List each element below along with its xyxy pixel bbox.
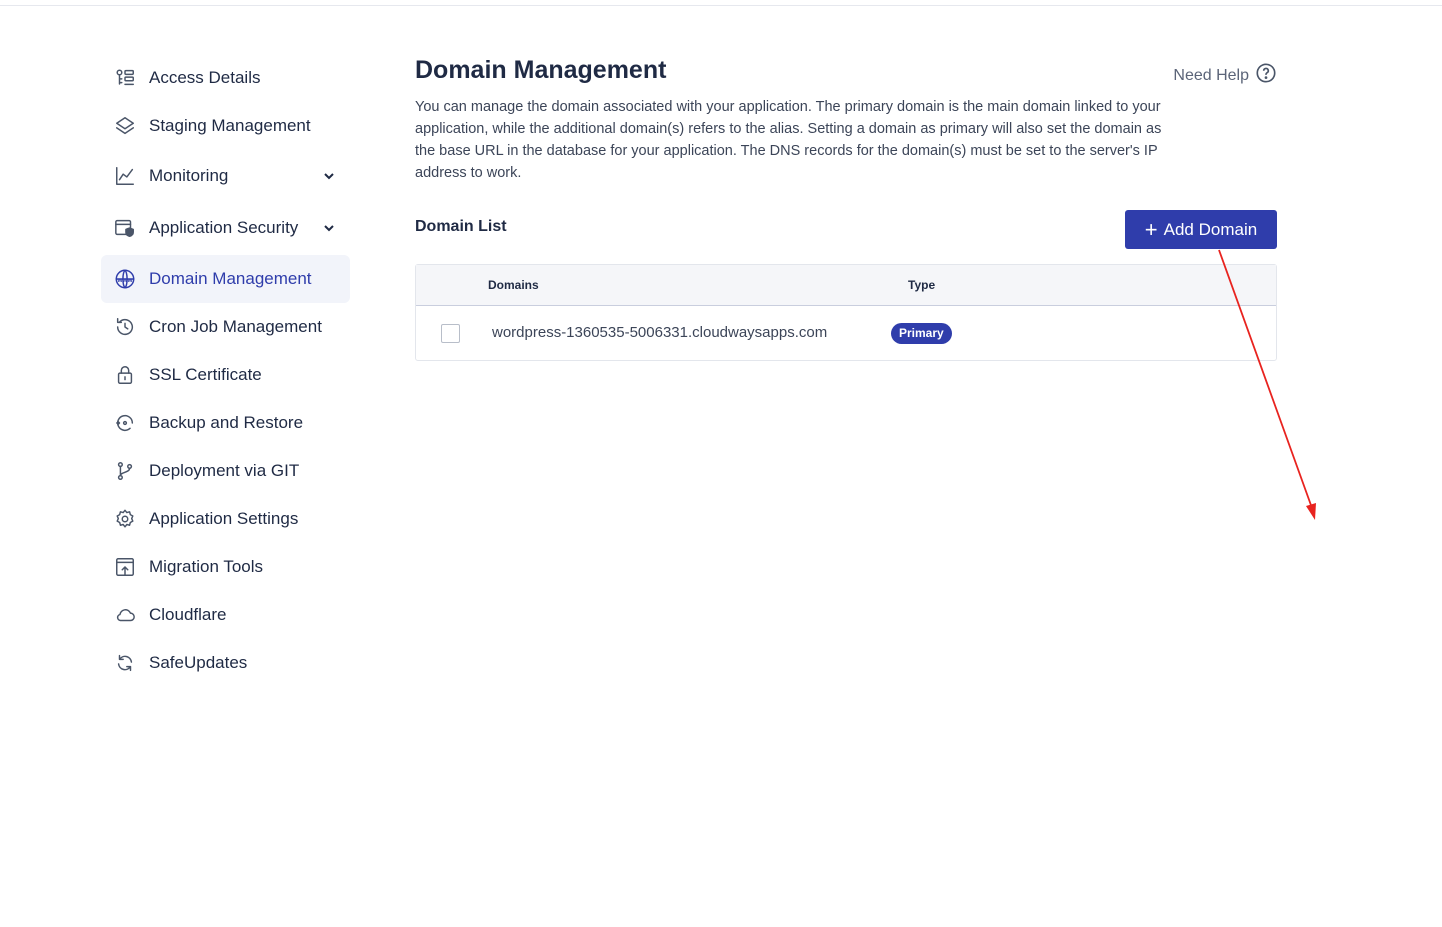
sidebar-item-label: Cloudflare bbox=[149, 605, 227, 624]
sidebar-item-label: Domain Management bbox=[149, 269, 312, 288]
svg-text:www: www bbox=[117, 277, 133, 284]
sidebar-item-monitoring[interactable]: Monitoring bbox=[101, 150, 350, 201]
sidebar-item-backup-and-restore[interactable]: Backup and Restore bbox=[101, 399, 350, 447]
chevron-down-icon[interactable] bbox=[322, 221, 336, 235]
sidebar-item-access-details[interactable]: Access Details bbox=[101, 54, 350, 102]
domain-name: wordpress-1360535-5006331.cloudwaysapps.… bbox=[492, 324, 828, 341]
domain-table: Domains Type wordpress-1360535-5006331.c… bbox=[415, 264, 1277, 361]
sidebar-item-label: Backup and Restore bbox=[149, 413, 304, 432]
need-help-link[interactable]: Need Help bbox=[1173, 62, 1277, 89]
sidebar: Access Details Staging Management Monito… bbox=[101, 54, 350, 687]
sidebar-item-staging-management[interactable]: Staging Management bbox=[101, 102, 350, 150]
gear-icon bbox=[113, 507, 137, 531]
sidebar-item-migration-tools[interactable]: Migration Tools bbox=[101, 543, 350, 591]
sidebar-item-label: SSL Certificate bbox=[149, 365, 262, 384]
shield-window-icon bbox=[113, 216, 137, 240]
sidebar-item-cron-job-management[interactable]: Cron Job Management bbox=[101, 303, 350, 351]
column-header-type: Type bbox=[908, 278, 936, 292]
lock-icon bbox=[113, 363, 137, 387]
need-help-label: Need Help bbox=[1173, 66, 1249, 84]
restore-icon bbox=[113, 411, 137, 435]
cloud-icon bbox=[113, 603, 137, 627]
sidebar-item-label: Deployment via GIT bbox=[149, 461, 300, 480]
question-circle-icon bbox=[1255, 62, 1277, 89]
chevron-down-icon[interactable] bbox=[322, 169, 336, 183]
sidebar-item-deployment-via-git[interactable]: Deployment via GIT bbox=[101, 447, 350, 495]
plus-icon: + bbox=[1144, 216, 1158, 242]
top-divider bbox=[0, 5, 1442, 6]
sidebar-item-safeupdates[interactable]: SafeUpdates bbox=[101, 639, 350, 687]
sidebar-item-label: Staging Management bbox=[149, 116, 311, 135]
table-row: wordpress-1360535-5006331.cloudwaysapps.… bbox=[416, 306, 1276, 360]
sidebar-item-application-settings[interactable]: Application Settings bbox=[101, 495, 350, 543]
add-domain-button[interactable]: + Add Domain bbox=[1125, 210, 1277, 249]
sidebar-item-label: Cron Job Management bbox=[149, 317, 322, 336]
sidebar-item-application-security[interactable]: Application Security bbox=[101, 201, 350, 255]
sidebar-item-label: Monitoring bbox=[149, 165, 229, 185]
git-branch-icon bbox=[113, 459, 137, 483]
type-badge: Primary bbox=[891, 323, 952, 344]
domain-list-title: Domain List bbox=[415, 218, 507, 235]
main-content: Domain Management Need Help You can mana… bbox=[415, 54, 1277, 361]
sidebar-item-label: Migration Tools bbox=[149, 557, 264, 576]
sidebar-item-domain-management[interactable]: www Domain Management bbox=[101, 255, 350, 303]
sidebar-item-label: SafeUpdates bbox=[149, 653, 248, 672]
sidebar-item-label: Application Security bbox=[149, 218, 299, 237]
column-header-domains: Domains bbox=[488, 278, 539, 292]
www-globe-icon: www bbox=[113, 267, 137, 291]
add-domain-label: Add Domain bbox=[1163, 219, 1258, 239]
page-title: Domain Management bbox=[415, 56, 667, 84]
sidebar-item-label: Access Details bbox=[149, 68, 261, 87]
upload-window-icon bbox=[113, 555, 137, 579]
sidebar-item-label: Application Settings bbox=[149, 509, 299, 528]
domain-list-header: Domain List + Add Domain bbox=[415, 210, 1277, 249]
sidebar-item-cloudflare[interactable]: Cloudflare bbox=[101, 591, 350, 639]
annotation-arrow-head bbox=[1306, 503, 1316, 520]
layers-icon bbox=[113, 114, 137, 138]
chart-line-icon bbox=[113, 164, 137, 188]
refresh-icon bbox=[113, 651, 137, 675]
row-select-checkbox[interactable] bbox=[441, 324, 460, 343]
key-list-icon bbox=[113, 66, 137, 90]
history-clock-icon bbox=[113, 315, 137, 339]
sidebar-item-ssl-certificate[interactable]: SSL Certificate bbox=[101, 351, 350, 399]
table-header: Domains Type bbox=[416, 265, 1276, 306]
page-description: You can manage the domain associated wit… bbox=[415, 99, 1162, 181]
